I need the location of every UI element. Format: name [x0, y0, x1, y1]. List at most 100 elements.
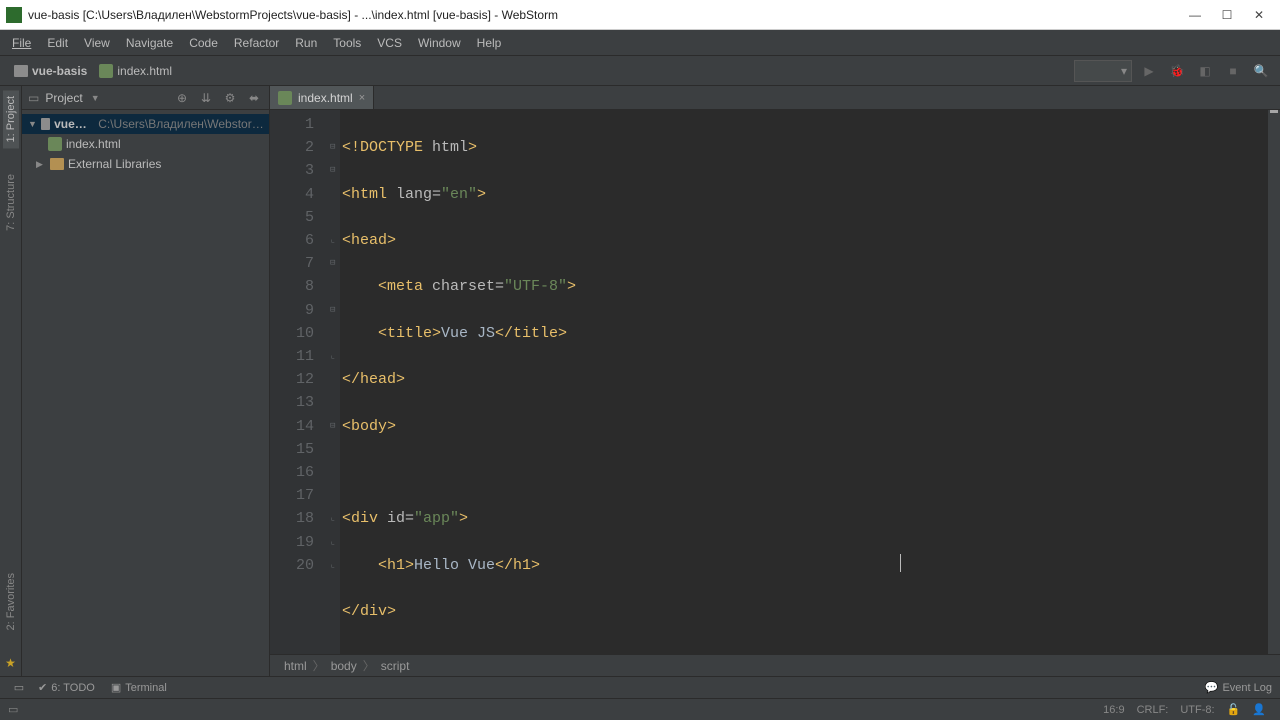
scroll-to-source-button[interactable]: ⊕ [173, 89, 191, 107]
breadcrumb-label: index.html [117, 64, 172, 78]
run-config-select[interactable]: ▾ [1074, 60, 1132, 82]
html-file-icon [99, 64, 113, 78]
menu-tools[interactable]: Tools [325, 32, 369, 54]
line-number: 11 [270, 345, 314, 368]
nav-breadcrumb-bar: vue-basis index.html ▾ ▶ 🐞 ◧ ■ 🔍 [0, 56, 1280, 86]
status-encoding[interactable]: UTF-8: [1174, 704, 1220, 716]
tree-root[interactable]: ▼ vue-basis C:\Users\Владилен\WebstormPr… [22, 114, 269, 134]
chevron-down-icon: ▼ [28, 119, 37, 129]
check-icon: ✔ [38, 681, 47, 694]
editor-body[interactable]: 1 2 3 4 5 6 7 8 9 10 11 12 13 14 15 16 1… [270, 110, 1280, 654]
code-content[interactable]: <!DOCTYPE html> <html lang="en"> <head> … [340, 110, 1268, 654]
breadcrumb-item[interactable]: script [375, 659, 416, 673]
line-number: 5 [270, 206, 314, 229]
window-title: vue-basis [C:\Users\Владилен\WebstormPro… [28, 8, 1188, 22]
breadcrumb-item[interactable]: html [278, 659, 313, 673]
status-line-sep[interactable]: CRLF: [1131, 704, 1175, 716]
project-view-icon: ▭ [28, 91, 39, 105]
line-number: 20 [270, 554, 314, 577]
bottom-toolbar: ▭ ✔ 6: TODO ▣ Terminal 💬 Event Log [0, 676, 1280, 698]
tool-tab-project[interactable]: 1: Project [3, 90, 19, 148]
menu-file[interactable]: File [4, 32, 39, 54]
line-number: 6 [270, 229, 314, 252]
menu-code[interactable]: Code [181, 32, 226, 54]
line-number: 17 [270, 484, 314, 507]
html-file-icon [48, 137, 62, 151]
chevron-right-icon: ▶ [36, 159, 46, 170]
settings-icon[interactable]: ⚙ [221, 89, 239, 107]
html-file-icon [278, 91, 292, 105]
tool-window-icon[interactable]: ▭ [8, 681, 30, 694]
menu-window[interactable]: Window [410, 32, 469, 54]
statusbar: ▭ 16:9 CRLF: UTF-8: 🔓 👤 [0, 698, 1280, 720]
chevron-down-icon[interactable]: ▼ [91, 93, 100, 103]
tool-tab-todo[interactable]: ✔ 6: TODO [30, 681, 103, 694]
mouse-cursor [900, 554, 901, 572]
coverage-button[interactable]: ◧ [1194, 60, 1216, 82]
breadcrumb-project[interactable]: vue-basis [8, 62, 93, 80]
line-number: 3 [270, 159, 314, 182]
project-tree: ▼ vue-basis C:\Users\Владилен\WebstormPr… [22, 110, 269, 178]
breadcrumb-file[interactable]: index.html [93, 62, 178, 80]
search-icon[interactable]: 🔍 [1250, 60, 1272, 82]
folder-icon [14, 65, 28, 77]
line-number: 16 [270, 461, 314, 484]
tool-tab-favorites[interactable]: 2: Favorites [3, 567, 19, 636]
line-number: 14 [270, 415, 314, 438]
close-button[interactable]: ✕ [1252, 8, 1266, 22]
line-number: 10 [270, 322, 314, 345]
line-number: 7 [270, 252, 314, 275]
line-number: 13 [270, 391, 314, 414]
menu-edit[interactable]: Edit [39, 32, 76, 54]
app-icon [6, 7, 22, 23]
tree-external-libs[interactable]: ▶ External Libraries [22, 154, 269, 174]
menu-run[interactable]: Run [287, 32, 325, 54]
status-inspector-icon[interactable]: 👤 [1246, 703, 1272, 716]
close-icon[interactable]: × [359, 92, 365, 104]
scrollbar-thumb[interactable] [1270, 110, 1278, 113]
stop-button[interactable]: ■ [1222, 60, 1244, 82]
tool-tab-terminal[interactable]: ▣ Terminal [103, 681, 175, 694]
toolbar-right: ▾ ▶ 🐞 ◧ ■ 🔍 [1074, 60, 1272, 82]
tool-tab-structure[interactable]: 7: Structure [3, 168, 19, 237]
breadcrumb-item[interactable]: body [325, 659, 363, 673]
menu-vcs[interactable]: VCS [369, 32, 410, 54]
project-panel: ▭ Project ▼ ⊕ ⇊ ⚙ ⬌ ▼ vue-basis C:\Users… [22, 86, 270, 676]
run-button[interactable]: ▶ [1138, 60, 1160, 82]
menu-view[interactable]: View [76, 32, 118, 54]
line-number: 15 [270, 438, 314, 461]
menu-refactor[interactable]: Refactor [226, 32, 287, 54]
main-area: 1: Project 7: Structure 2: Favorites ★ ▭… [0, 86, 1280, 676]
folder-icon [41, 118, 50, 130]
tree-file[interactable]: index.html [22, 134, 269, 154]
library-icon [50, 158, 64, 170]
tree-root-name: vue-basis [54, 117, 90, 131]
star-icon: ★ [5, 656, 16, 676]
menu-help[interactable]: Help [469, 32, 510, 54]
lock-icon[interactable]: 🔓 [1221, 703, 1247, 716]
minimize-button[interactable]: — [1188, 8, 1202, 22]
project-panel-title: Project [45, 91, 82, 105]
editor-tabstrip: index.html × [270, 86, 1280, 110]
editor-scrollbar[interactable] [1268, 110, 1280, 654]
editor-tab[interactable]: index.html × [270, 86, 374, 109]
line-number: 19 [270, 531, 314, 554]
editor-tab-label: index.html [298, 91, 353, 105]
event-log-button[interactable]: 💬 Event Log [1205, 681, 1272, 694]
line-number: 8 [270, 275, 314, 298]
maximize-button[interactable]: ☐ [1220, 8, 1234, 22]
editor-breadcrumbs: html 〉 body 〉 script [270, 654, 1280, 676]
line-number: 9 [270, 299, 314, 322]
editor-area: index.html × 1 2 3 4 5 6 7 8 9 10 11 12 … [270, 86, 1280, 676]
titlebar: vue-basis [C:\Users\Владилен\WebstormPro… [0, 0, 1280, 30]
hide-icon[interactable]: ⬌ [245, 89, 263, 107]
debug-button[interactable]: 🐞 [1166, 60, 1188, 82]
collapse-all-button[interactable]: ⇊ [197, 89, 215, 107]
line-number: 1 [270, 113, 314, 136]
menu-navigate[interactable]: Navigate [118, 32, 181, 54]
breadcrumb-label: vue-basis [32, 64, 87, 78]
line-number: 4 [270, 183, 314, 206]
left-tool-strip: 1: Project 7: Structure 2: Favorites ★ [0, 86, 22, 676]
status-position[interactable]: 16:9 [1097, 704, 1130, 716]
tree-external-label: External Libraries [68, 157, 161, 171]
